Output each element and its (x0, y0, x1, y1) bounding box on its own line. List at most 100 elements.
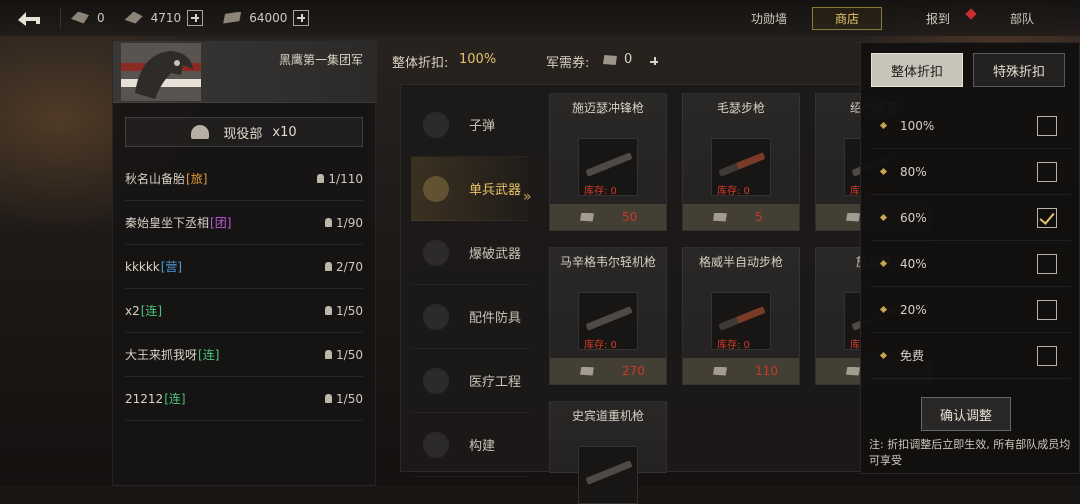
member-list: 秋名山备胎[旅] 1/110 秦始皇坐下丞相[团] 1/90 kkkkk[营] 2/70 x… (125, 157, 363, 421)
item-price: 270 (622, 364, 645, 378)
member-row[interactable]: kkkkk[营] 2/70 (125, 245, 363, 289)
item-price: 5 (755, 210, 763, 224)
member-row[interactable]: 秋名山备胎[旅] 1/110 (125, 157, 363, 201)
shop-item-card[interactable]: 施迈瑟冲锋枪 库存: 0 50 (549, 93, 667, 231)
diamond-bullet-icon (879, 351, 888, 360)
person-icon (325, 306, 333, 315)
discount-option[interactable]: 20% (871, 287, 1071, 333)
confirm-adjust-button[interactable]: 确认调整 (921, 397, 1011, 431)
diamond-bullet-icon (879, 167, 888, 176)
diamond-bullet-icon (879, 121, 888, 130)
category-item[interactable]: 子弹 (411, 93, 529, 157)
chevron-right-icon: » (523, 189, 532, 205)
member-name: kkkkk (125, 260, 160, 274)
member-name-group: 21212[连] (125, 390, 186, 407)
item-stock: 库存: 0 (717, 186, 750, 197)
active-dept-bar[interactable]: 现役部 x10 (125, 117, 363, 147)
discount-checkbox[interactable] (1037, 253, 1057, 274)
discount-option[interactable]: 60% (871, 195, 1071, 241)
member-count: 1/90 (325, 216, 363, 230)
add-coupon-button[interactable] (646, 53, 662, 69)
tab-overall-discount[interactable]: 整体折扣 (871, 53, 963, 87)
item-name: 施迈瑟冲锋枪 (571, 100, 644, 115)
discount-checkbox[interactable] (1037, 207, 1057, 228)
ticket-icon (846, 212, 860, 222)
item-price: 110 (755, 364, 778, 378)
nav-shop-label: 商店 (812, 6, 883, 30)
discount-option[interactable]: 40% (871, 241, 1071, 287)
ammo-value: 4710 (150, 10, 182, 25)
discount-checkbox[interactable] (1037, 345, 1057, 366)
ticket-icon (713, 212, 727, 222)
member-rank: [营] (160, 260, 183, 274)
tab-special-discount[interactable]: 特殊折扣 (973, 53, 1065, 87)
discount-checkbox[interactable] (1037, 299, 1057, 320)
category-item[interactable]: 配件防具 (411, 285, 529, 349)
overall-discount-label: 整体折扣: (392, 56, 449, 71)
member-rank: [旅] (186, 172, 208, 186)
ticket-icon (580, 366, 594, 376)
eagle-emblem-icon (121, 43, 201, 101)
coupon-value: 0 (624, 52, 633, 67)
member-count: 1/50 (325, 348, 363, 362)
member-row[interactable]: 秦始皇坐下丞相[团] 1/90 (125, 201, 363, 245)
discount-option[interactable]: 100% (871, 103, 1071, 149)
member-count: 1/50 (325, 392, 363, 406)
add-ammo-button[interactable] (187, 9, 204, 26)
top-bar: 0 4710 64000 功勋墙 商店 报到 部队 (0, 0, 1080, 36)
shop-item-card[interactable]: 毛瑟步枪库存: 0 5 (682, 93, 800, 231)
member-count-value: 1/50 (336, 391, 363, 406)
discount-checkbox[interactable] (1037, 161, 1057, 182)
member-name-group: 秦始皇坐下丞相[团] (125, 214, 231, 231)
legion-name: 黑鹰第一集团军 (278, 53, 363, 67)
member-row[interactable]: 大王来抓我呀[连] 1/50 (125, 333, 363, 377)
nav-report[interactable]: 报到 (926, 0, 950, 36)
discount-option[interactable]: 80% (871, 149, 1071, 195)
category-item[interactable]: 单兵武器 (411, 157, 529, 221)
item-stock: 库存: 0 (584, 340, 617, 351)
ammo-resource: 4710 (115, 0, 214, 36)
person-icon (317, 174, 325, 183)
legion-header: 黑鹰第一集团军 (113, 41, 377, 103)
category-item[interactable]: 医疗工程 (411, 349, 529, 413)
category-item[interactable]: 构建 (411, 413, 529, 477)
nav-troops[interactable]: 部队 (1010, 0, 1034, 36)
member-name-group: x2[连] (125, 302, 162, 319)
category-item[interactable]: 爆破武器 (411, 221, 529, 285)
back-button[interactable] (0, 0, 60, 36)
gun-icon (585, 152, 633, 177)
shop-item-card[interactable]: 史宾道重机枪 (549, 401, 667, 504)
member-name: 秋名山备胎 (125, 172, 186, 186)
member-name-group: 秋名山备胎[旅] (125, 170, 207, 187)
dept-label: 现役部 (223, 126, 263, 142)
item-price-bar: 50 (550, 204, 666, 230)
discount-note: 注: 折扣调整后立即生效, 所有部队成员均可享受 (869, 438, 1071, 467)
member-count-value: 1/50 (336, 347, 363, 362)
member-count-value: 1/110 (328, 171, 363, 186)
supply-icon (71, 11, 89, 24)
ticket-icon (846, 366, 860, 376)
shop-panel: 子弹 单兵武器 爆破武器 配件防具 医疗工程 构建 » 施迈瑟冲锋枪 库存: 0 50 毛瑟步枪… (400, 84, 933, 504)
category-label: 配件防具 (469, 311, 522, 326)
member-count-value: 1/50 (336, 303, 363, 318)
category-label: 爆破武器 (469, 247, 522, 262)
member-name: 大王来抓我呀 (125, 348, 198, 362)
shop-item-card[interactable]: 马辛格韦尔轻机枪 库存: 0 270 (549, 247, 667, 385)
notification-dot (965, 8, 977, 20)
member-row[interactable]: 21212[连] 1/50 (125, 377, 363, 421)
gun-icon (585, 460, 633, 485)
nav-merit-wall[interactable]: 功勋墙 (751, 0, 787, 36)
shop-item-card[interactable]: 格威半自动步枪 库存: 0 110 (682, 247, 800, 385)
coupon-icon (603, 55, 617, 65)
gun-icon (585, 306, 633, 331)
item-name: 毛瑟步枪 (716, 100, 765, 115)
discount-option-label: 40% (900, 256, 927, 271)
add-ticket-button[interactable] (293, 9, 310, 26)
discount-checkbox[interactable] (1037, 115, 1057, 136)
discount-option[interactable]: 免费 (871, 333, 1071, 379)
category-label: 子弹 (469, 119, 496, 134)
member-row[interactable]: x2[连] 1/50 (125, 289, 363, 333)
nav-shop[interactable]: 商店 (812, 0, 883, 36)
rifle-icon (423, 175, 449, 202)
category-list: 子弹单兵武器爆破武器配件防具医疗工程 构建 (411, 93, 529, 477)
